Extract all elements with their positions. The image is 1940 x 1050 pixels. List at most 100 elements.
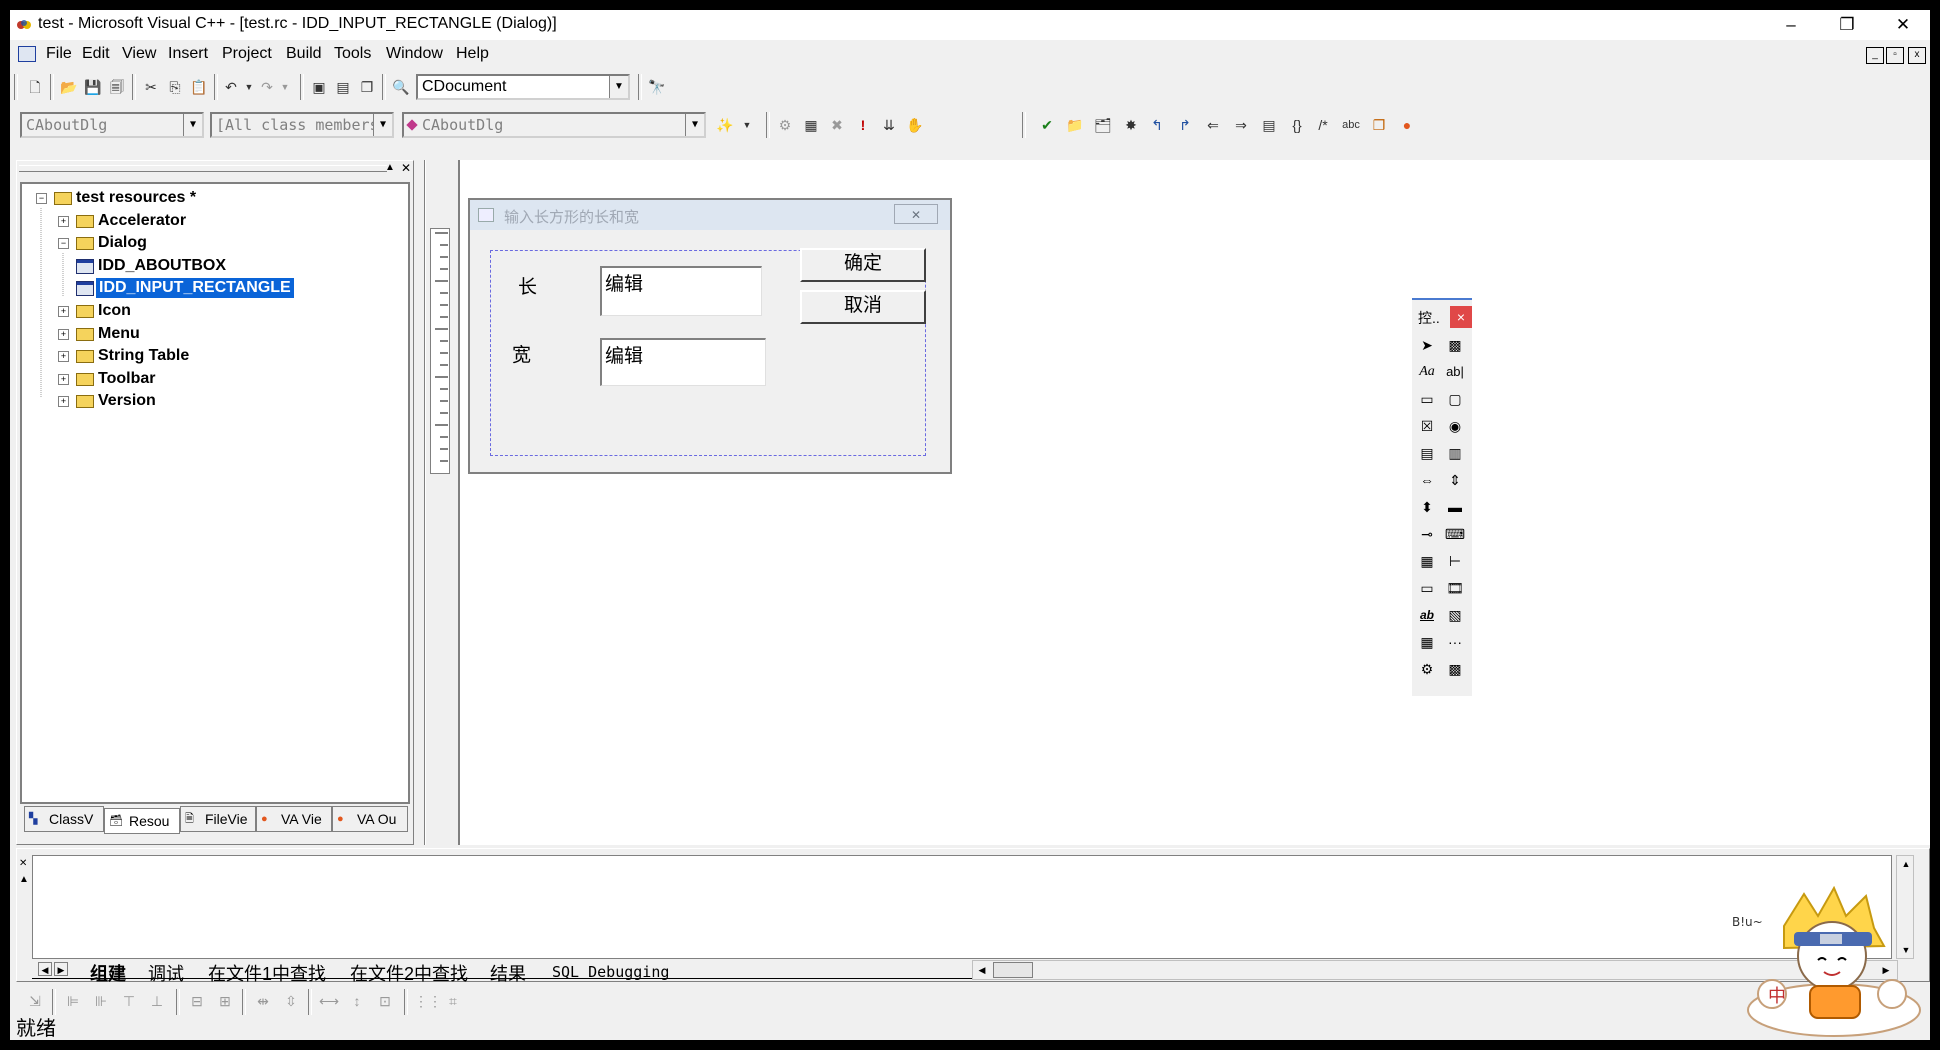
filter-combo[interactable]: [All class members] ▼ bbox=[210, 112, 394, 138]
edit-box-icon[interactable]: ab| bbox=[1444, 361, 1466, 383]
align-top-icon[interactable]: ⊤ bbox=[118, 990, 140, 1012]
align-bottom-icon[interactable]: ⊥ bbox=[146, 990, 168, 1012]
output-toggle-icon[interactable]: ▤ bbox=[332, 76, 354, 98]
scroll-left-icon[interactable]: ◀ bbox=[975, 963, 989, 977]
expand-icon[interactable]: + bbox=[58, 328, 69, 340]
hotkey-icon[interactable]: ⌨ bbox=[1444, 523, 1466, 545]
vscroll-icon[interactable]: ⇕ bbox=[1444, 469, 1466, 491]
radio-button-icon[interactable]: ◉ bbox=[1444, 415, 1466, 437]
restore-button[interactable]: ❐ bbox=[1824, 10, 1870, 40]
chevron-down-icon[interactable]: ▼ bbox=[373, 114, 392, 136]
vertical-ruler[interactable] bbox=[430, 228, 450, 474]
output-tab-results[interactable]: 结果 bbox=[490, 960, 526, 986]
pane-close-icon[interactable]: ✕ bbox=[19, 859, 29, 869]
pane-close-icon[interactable]: ✕ bbox=[399, 161, 413, 175]
va-comment-icon[interactable]: /* bbox=[1312, 114, 1334, 136]
menu-project[interactable]: Project bbox=[222, 45, 272, 63]
class-combo[interactable]: CAboutDlg ▼ bbox=[20, 112, 204, 138]
space-across-icon[interactable]: ⇹ bbox=[252, 990, 274, 1012]
va-symbols-icon[interactable]: ✸ bbox=[1120, 114, 1142, 136]
menu-edit[interactable]: Edit bbox=[82, 45, 110, 63]
close-button[interactable]: ✕ bbox=[1880, 10, 1926, 40]
tab-control-icon[interactable]: ▭ bbox=[1416, 577, 1438, 599]
output-tab-debug[interactable]: 调试 bbox=[148, 960, 184, 986]
collapse-icon[interactable]: − bbox=[36, 193, 47, 204]
toggle-grid-icon[interactable]: ⋮⋮ bbox=[414, 990, 442, 1012]
tab-resourceview[interactable]: 🗃 Resou bbox=[104, 808, 180, 834]
expand-icon[interactable]: + bbox=[58, 373, 69, 385]
animate-icon[interactable]: 🎞 bbox=[1444, 577, 1466, 599]
progress-icon[interactable]: ▬ bbox=[1444, 496, 1466, 518]
tab-scroll-left-icon[interactable]: ◀ bbox=[38, 962, 52, 976]
expand-icon[interactable]: + bbox=[58, 306, 69, 317]
mdi-close-button[interactable]: x bbox=[1908, 47, 1926, 64]
dialog-template[interactable]: 输入长方形的长和宽 ✕ 长 宽 编辑 编辑 确定 取消 bbox=[468, 198, 952, 474]
build-icon[interactable]: ▦ bbox=[800, 114, 822, 136]
expand-icon[interactable]: + bbox=[58, 215, 69, 227]
minimize-button[interactable]: – bbox=[1768, 10, 1814, 40]
tree-node-label[interactable]: IDD_INPUT_RECTANGLE bbox=[95, 277, 295, 300]
date-picker-icon[interactable]: ▧ bbox=[1444, 604, 1466, 626]
resource-tree[interactable]: − test resources * + Accelerator − Dialog IDD_… bbox=[20, 182, 410, 804]
workspace-toggle-icon[interactable]: ▣ bbox=[308, 76, 330, 98]
breakpoint-hand-icon[interactable]: ✋ bbox=[904, 114, 926, 136]
picture-icon[interactable]: ▩ bbox=[1444, 334, 1466, 356]
output-tab-find1[interactable]: 在文件1中查找 bbox=[208, 960, 326, 986]
tree-node-label[interactable]: test resources * bbox=[76, 188, 196, 208]
menu-help[interactable]: Help bbox=[456, 45, 489, 63]
tab-va-view[interactable]: ● VA Vie bbox=[256, 806, 332, 832]
length-label[interactable]: 长 bbox=[518, 272, 537, 299]
chevron-down-icon[interactable]: ▼ bbox=[685, 114, 704, 136]
scroll-thumb[interactable] bbox=[993, 962, 1033, 978]
mdi-minimize-button[interactable]: _ bbox=[1866, 47, 1884, 64]
expand-icon[interactable]: + bbox=[58, 396, 69, 408]
stop-build-icon[interactable]: ✖ bbox=[826, 114, 848, 136]
align-left-icon[interactable]: ⊫ bbox=[62, 990, 84, 1012]
va-list-icon[interactable]: ▤ bbox=[1258, 114, 1280, 136]
new-file-icon[interactable]: 🗋 bbox=[24, 76, 46, 98]
menu-build[interactable]: Build bbox=[286, 45, 322, 63]
list-box-icon[interactable]: ▥ bbox=[1444, 442, 1466, 464]
space-down-icon[interactable]: ⇳ bbox=[280, 990, 302, 1012]
collapse-icon[interactable]: − bbox=[58, 238, 69, 250]
list-control-icon[interactable]: ▦ bbox=[1416, 550, 1438, 572]
go-icon[interactable]: ⇊ bbox=[878, 114, 900, 136]
hscroll-icon[interactable]: ⇔ bbox=[1416, 469, 1438, 491]
tab-scroll-right-icon[interactable]: ▶ bbox=[54, 962, 68, 976]
compile-icon[interactable]: ⚙ bbox=[774, 114, 796, 136]
paste-icon[interactable]: 📋 bbox=[188, 76, 210, 98]
va-open-icon[interactable]: 📁 bbox=[1064, 114, 1086, 136]
tree-node-label[interactable]: Accelerator bbox=[98, 211, 186, 231]
output-tab-find2[interactable]: 在文件2中查找 bbox=[350, 960, 468, 986]
slider-icon[interactable]: ⊸ bbox=[1416, 523, 1438, 545]
dialog-close-icon[interactable]: ✕ bbox=[894, 204, 938, 224]
pane-maximize-icon[interactable]: ▲ bbox=[19, 873, 29, 887]
va-forward-icon[interactable]: ↱ bbox=[1174, 114, 1196, 136]
tree-node-label[interactable]: Toolbar bbox=[98, 369, 155, 389]
tab-fileview[interactable]: 🗎 FileVie bbox=[180, 806, 256, 832]
align-right-icon[interactable]: ⊪ bbox=[90, 990, 112, 1012]
member-combo[interactable]: CAboutDlg ▼ bbox=[402, 112, 706, 138]
va-back-icon[interactable]: ↰ bbox=[1146, 114, 1168, 136]
tree-node-label[interactable]: Menu bbox=[98, 324, 140, 344]
test-dialog-icon[interactable]: ⇲ bbox=[24, 990, 46, 1012]
ok-button[interactable]: 确定 bbox=[800, 248, 926, 282]
tree-node-label[interactable]: Version bbox=[98, 391, 156, 411]
month-calendar-icon[interactable]: ▦ bbox=[1416, 631, 1438, 653]
menu-insert[interactable]: Insert bbox=[168, 45, 208, 63]
check-box-icon[interactable]: ☒ bbox=[1416, 415, 1438, 437]
custom-control-icon[interactable]: ⚙ bbox=[1416, 658, 1438, 680]
arrow-right-icon[interactable]: ⇒ bbox=[1230, 114, 1252, 136]
cut-icon[interactable]: ✂ bbox=[140, 76, 162, 98]
open-icon[interactable]: 📂 bbox=[58, 76, 80, 98]
tree-node-label[interactable]: IDD_ABOUTBOX bbox=[98, 256, 226, 276]
scroll-up-icon[interactable]: ▲ bbox=[1899, 858, 1913, 870]
same-size-icon[interactable]: ⊡ bbox=[374, 990, 396, 1012]
length-edit[interactable]: 编辑 bbox=[600, 266, 762, 316]
find-binoculars-icon[interactable]: 🔭 bbox=[646, 76, 668, 98]
ime-indicator[interactable]: 中 bbox=[1764, 984, 1790, 1008]
find-combo[interactable]: CDocument ▼ bbox=[416, 74, 630, 100]
width-label[interactable]: 宽 bbox=[512, 340, 531, 367]
ime-mascot[interactable]: B!u~ 中 bbox=[1724, 885, 1930, 1040]
wizard-dropdown-icon[interactable]: ▼ bbox=[736, 114, 758, 136]
